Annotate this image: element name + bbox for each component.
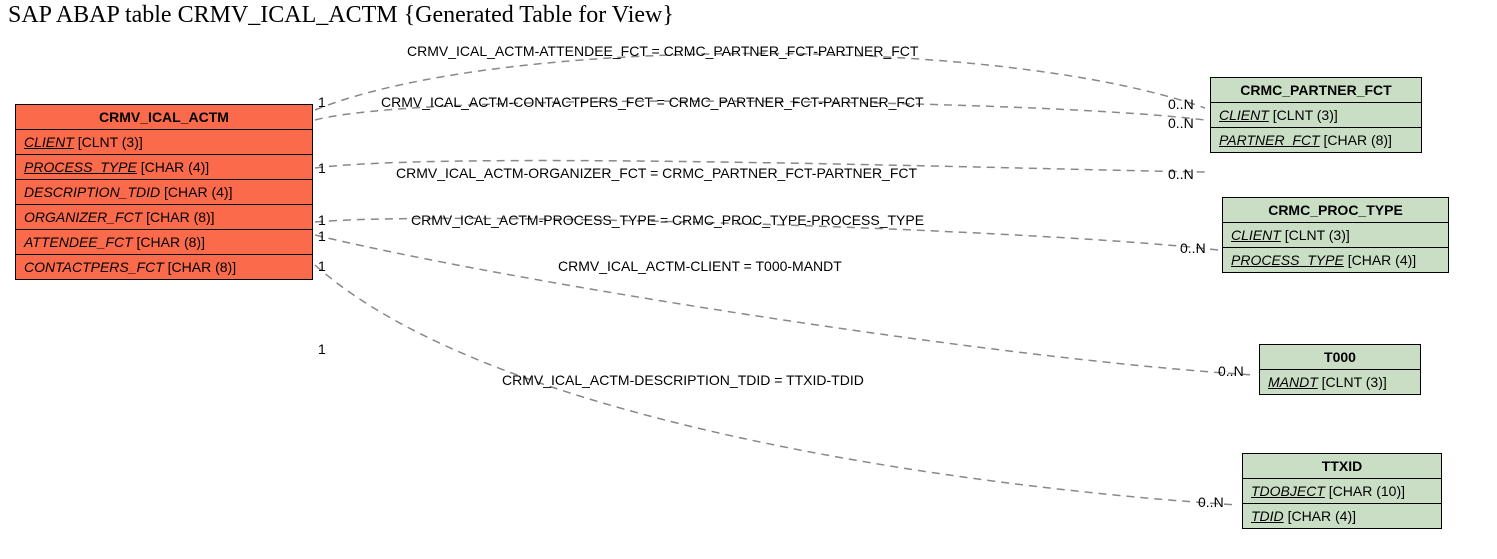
entity-ttxid: TTXID TDOBJECT [CHAR (10)] TDID [CHAR (4… (1242, 453, 1442, 529)
rel-label-process-type: CRMV_ICAL_ACTM-PROCESS_TYPE = CRMC_PROC_… (411, 212, 924, 228)
card-one-r6: 1 (318, 341, 326, 357)
entity-crmc-partner-fct: CRMC_PARTNER_FCT CLIENT [CLNT (3)] PARTN… (1210, 77, 1422, 153)
field-tdid: TDID [CHAR (4)] (1243, 504, 1441, 528)
field-organizer-fct: ORGANIZER_FCT [CHAR (8)] (16, 205, 312, 230)
entity-crmv-ical-actm: CRMV_ICAL_ACTM CLIENT [CLNT (3)] PROCESS… (15, 104, 313, 280)
card-many-r2: 0..N (1168, 115, 1194, 131)
entity-t000: T000 MANDT [CLNT (3)] (1259, 344, 1421, 395)
rel-label-contactpers-fct: CRMV_ICAL_ACTM-CONTACTPERS_FCT = CRMC_PA… (381, 94, 924, 110)
entity-header: CRMC_PARTNER_FCT (1211, 78, 1421, 103)
page-title: SAP ABAP table CRMV_ICAL_ACTM {Generated… (8, 2, 674, 29)
field-attendee-fct: ATTENDEE_FCT [CHAR (8)] (16, 230, 312, 255)
field-contactpers-fct: CONTACTPERS_FCT [CHAR (8)] (16, 255, 312, 279)
field-partner-fct: PARTNER_FCT [CHAR (8)] (1211, 128, 1421, 152)
rel-label-attendee-fct: CRMV_ICAL_ACTM-ATTENDEE_FCT = CRMC_PARTN… (407, 43, 918, 59)
field-tdobject: TDOBJECT [CHAR (10)] (1243, 479, 1441, 504)
card-one-r5: 1 (318, 258, 326, 274)
rel-label-organizer-fct: CRMV_ICAL_ACTM-ORGANIZER_FCT = CRMC_PART… (396, 165, 917, 181)
field-mandt: MANDT [CLNT (3)] (1260, 370, 1420, 394)
entity-crmc-proc-type: CRMC_PROC_TYPE CLIENT [CLNT (3)] PROCESS… (1222, 197, 1449, 273)
card-many-r4: 0..N (1180, 240, 1206, 256)
rel-label-client: CRMV_ICAL_ACTM-CLIENT = T000-MANDT (558, 258, 842, 274)
card-many-r6: 0..N (1198, 494, 1224, 510)
card-many-r1: 0..N (1168, 96, 1194, 112)
field-process-type: PROCESS_TYPE [CHAR (4)] (16, 155, 312, 180)
entity-header: T000 (1260, 345, 1420, 370)
entity-header: CRMV_ICAL_ACTM (16, 105, 312, 130)
entity-header: CRMC_PROC_TYPE (1223, 198, 1448, 223)
card-one-r4a: 1 (318, 212, 326, 228)
rel-label-description-tdid: CRMV_ICAL_ACTM-DESCRIPTION_TDID = TTXID-… (502, 372, 864, 388)
card-many-r5: 0..N (1218, 363, 1244, 379)
field-client: CLIENT [CLNT (3)] (1223, 223, 1448, 248)
card-one-r4b: 1 (318, 228, 326, 244)
card-many-r3: 0..N (1168, 166, 1194, 182)
card-one-r1: 1 (318, 94, 326, 110)
field-client: CLIENT [CLNT (3)] (16, 130, 312, 155)
entity-header: TTXID (1243, 454, 1441, 479)
field-client: CLIENT [CLNT (3)] (1211, 103, 1421, 128)
field-description-tdid: DESCRIPTION_TDID [CHAR (4)] (16, 180, 312, 205)
field-process-type: PROCESS_TYPE [CHAR (4)] (1223, 248, 1448, 272)
card-one-r3: 1 (318, 160, 326, 176)
